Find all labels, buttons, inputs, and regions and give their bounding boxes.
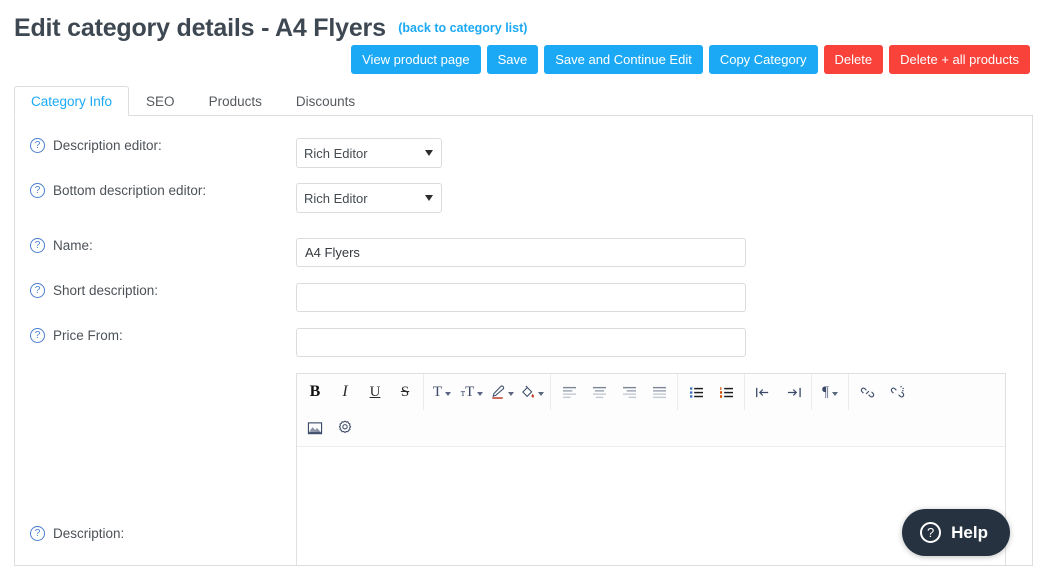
label-short-description: ? Short description:	[15, 283, 296, 298]
help-icon[interactable]: ?	[30, 526, 45, 541]
label-price-from: ? Price From:	[15, 328, 296, 343]
underline-icon[interactable]: U	[360, 377, 390, 407]
help-icon[interactable]: ?	[30, 283, 45, 298]
unlink-icon[interactable]	[882, 377, 912, 407]
field-row-price-from: ? Price From:	[15, 328, 1032, 357]
field-name	[296, 238, 1032, 267]
align-center-icon[interactable]	[584, 377, 614, 407]
view-product-page-button[interactable]: View product page	[351, 45, 480, 74]
toolbar-group-paragraph: ¶	[812, 374, 849, 410]
italic-icon[interactable]: I	[330, 377, 360, 407]
field-label: Name:	[53, 238, 93, 253]
unordered-list-icon[interactable]	[681, 377, 711, 407]
toolbar-group-insert	[297, 410, 363, 446]
title-line: Edit category details - A4 Flyers (back …	[14, 14, 1047, 43]
toolbar-group-font: T тT	[424, 374, 551, 410]
delete-plus-all-products-button[interactable]: Delete + all products	[889, 45, 1030, 74]
field-label: Bottom description editor:	[53, 183, 206, 198]
field-row-description: ? Description: B I U S	[15, 373, 1032, 566]
ordered-list-icon[interactable]	[711, 377, 741, 407]
rich-text-editor: B I U S T тT	[296, 373, 1006, 566]
tab-products[interactable]: Products	[192, 86, 279, 116]
field-description-editor: Rich Editor	[296, 138, 1032, 168]
label-name: ? Name:	[15, 238, 296, 253]
font-size-icon[interactable]: тT	[457, 377, 487, 407]
tab-list: Category Info SEO Products Discounts	[14, 86, 1033, 116]
insert-link-icon[interactable]	[852, 377, 882, 407]
toolbar-group-alignment	[551, 374, 678, 410]
delete-button[interactable]: Delete	[824, 45, 884, 74]
paragraph-format-icon[interactable]: ¶	[815, 377, 845, 407]
field-row-name: ? Name:	[15, 238, 1032, 267]
page-title: Edit category details - A4 Flyers	[14, 14, 386, 43]
copy-category-button[interactable]: Copy Category	[709, 45, 818, 74]
field-short-description	[296, 283, 1032, 312]
text-color-pen-icon[interactable]	[487, 377, 517, 407]
category-info-form: ? Description editor: Rich Editor ? B	[15, 116, 1032, 566]
field-label: Description:	[53, 526, 124, 541]
align-justify-icon[interactable]	[644, 377, 674, 407]
description-editor-body[interactable]	[297, 447, 1005, 566]
back-to-category-list-link[interactable]: (back to category list)	[398, 21, 527, 35]
tabs-container: Category Info SEO Products Discounts	[14, 86, 1033, 116]
background-color-bucket-icon[interactable]	[517, 377, 547, 407]
label-bottom-description-editor: ? Bottom description editor:	[15, 183, 296, 198]
align-right-icon[interactable]	[614, 377, 644, 407]
align-left-icon[interactable]	[554, 377, 584, 407]
page-header: Edit category details - A4 Flyers (back …	[0, 0, 1047, 86]
description-editor-select-wrap: Rich Editor	[296, 138, 442, 168]
page-root: Edit category details - A4 Flyers (back …	[0, 0, 1047, 579]
field-label: Price From:	[53, 328, 123, 343]
toolbar-group-text-style: B I U S	[297, 374, 424, 410]
label-description: ? Description:	[15, 408, 296, 541]
help-icon[interactable]: ?	[30, 183, 45, 198]
field-label: Description editor:	[53, 138, 162, 153]
font-family-icon[interactable]: T	[427, 377, 457, 407]
tab-seo[interactable]: SEO	[129, 86, 192, 116]
price-from-input[interactable]	[296, 328, 746, 357]
bold-icon[interactable]: B	[300, 377, 330, 407]
indent-icon[interactable]	[778, 377, 808, 407]
category-info-panel: ? Description editor: Rich Editor ? B	[14, 116, 1033, 566]
bottom-description-editor-select[interactable]: Rich Editor	[296, 183, 442, 213]
save-button[interactable]: Save	[487, 45, 539, 74]
help-icon[interactable]: ?	[30, 138, 45, 153]
description-editor-select[interactable]: Rich Editor	[296, 138, 442, 168]
strikethrough-icon[interactable]: S	[390, 377, 420, 407]
save-and-continue-edit-button[interactable]: Save and Continue Edit	[544, 45, 703, 74]
insert-image-icon[interactable]	[300, 413, 330, 443]
field-label: Short description:	[53, 283, 158, 298]
tab-category-info[interactable]: Category Info	[14, 86, 129, 116]
field-bottom-description-editor: Rich Editor	[296, 183, 1032, 213]
help-widget-button[interactable]: ? Help	[902, 509, 1010, 556]
name-input[interactable]	[296, 238, 746, 267]
field-row-short-description: ? Short description:	[15, 283, 1032, 312]
field-row-description-editor: ? Description editor: Rich Editor	[15, 138, 1032, 168]
short-description-input[interactable]	[296, 283, 746, 312]
editor-toolbar: B I U S T тT	[297, 374, 1005, 447]
help-icon[interactable]: ?	[30, 328, 45, 343]
editor-toolbar-row-1: B I U S T тT	[297, 374, 1005, 410]
editor-settings-gear-icon[interactable]	[330, 413, 360, 443]
bottom-description-editor-select-wrap: Rich Editor	[296, 183, 442, 213]
help-widget-label: Help	[951, 523, 988, 543]
question-mark-icon: ?	[920, 522, 941, 543]
editor-toolbar-row-2	[297, 410, 1005, 446]
action-button-row: View product page Save Save and Continue…	[351, 45, 1030, 74]
field-price-from	[296, 328, 1032, 357]
outdent-icon[interactable]	[748, 377, 778, 407]
help-icon[interactable]: ?	[30, 238, 45, 253]
label-description-editor: ? Description editor:	[15, 138, 296, 153]
field-row-bottom-description-editor: ? Bottom description editor: Rich Editor	[15, 183, 1032, 213]
toolbar-group-link	[849, 374, 915, 410]
tab-discounts[interactable]: Discounts	[279, 86, 372, 116]
toolbar-group-lists	[678, 374, 745, 410]
toolbar-group-indent	[745, 374, 812, 410]
